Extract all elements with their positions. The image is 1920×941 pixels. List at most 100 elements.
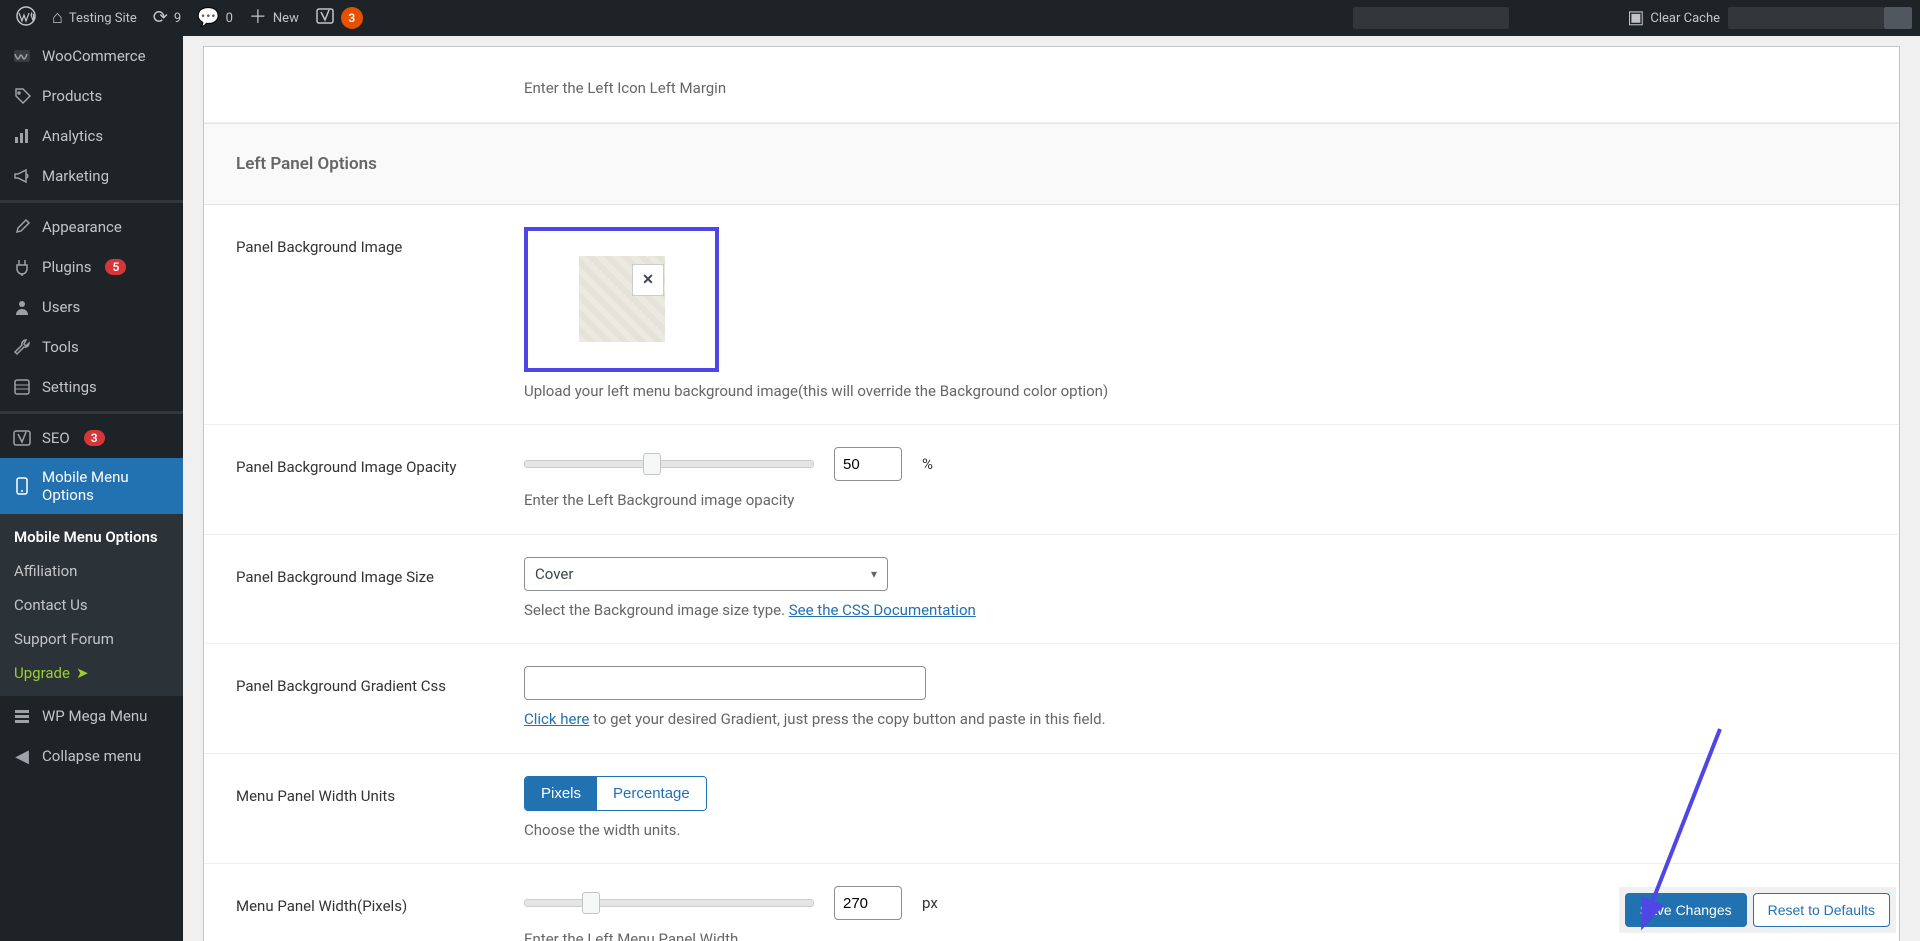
sidebar-item-marketing[interactable]: Marketing [0,156,183,196]
width-input[interactable] [834,886,902,920]
submenu-item-support-forum[interactable]: Support Forum [0,622,183,656]
comment-icon: 💬 [197,9,219,27]
hidden-account[interactable] [1728,7,1884,29]
opacity-slider[interactable] [524,460,814,468]
wp-logo[interactable] [8,0,44,36]
sidebar-item-woocommerce[interactable]: WooCommerce [0,36,183,76]
wrench-icon [12,337,32,357]
sidebar-item-label: Appearance [42,218,122,236]
gradient-link[interactable]: Click here [524,710,589,728]
clear-cache-link[interactable]: ▣ Clear Cache [1619,0,1728,36]
reset-button[interactable]: Reset to Defaults [1753,893,1890,927]
width-unit-percentage[interactable]: Percentage [597,777,706,810]
cache-icon: ▣ [1627,9,1644,27]
bg-size-selected: Cover [535,565,573,583]
site-link[interactable]: ⌂Testing Site [44,0,145,36]
panel-section-header: Left Panel Options [204,123,1899,205]
sidebar-item-appearance[interactable]: Appearance [0,200,183,247]
submenu-item-mobile-menu-options[interactable]: Mobile Menu Options [0,520,183,554]
updates-link[interactable]: ⟳9 [145,0,189,36]
close-icon: ✕ [642,272,654,288]
gradient-input[interactable] [524,666,926,700]
plus-icon: ＋ [249,9,267,27]
updates-count: 9 [174,11,181,26]
opacity-slider-thumb[interactable] [643,453,661,475]
sidebar-item-label: SEO [42,429,70,447]
opacity-unit: % [922,455,933,473]
opacity-desc: Enter the Left Background image opacity [524,489,1879,512]
submenu-item-upgrade[interactable]: Upgrade➤ [0,656,183,690]
sidebar-item-label: Settings [42,378,97,396]
bg-image-desc: Upload your left menu background image(t… [524,380,1879,403]
megaphone-icon [12,166,32,186]
sidebar-item-label: WooCommerce [42,47,146,65]
avatar-icon[interactable] [1884,7,1912,29]
field-label-opacity: Panel Background Image Opacity [204,425,524,534]
sidebar-item-settings[interactable]: Settings [0,367,183,407]
field-label-width-px: Menu Panel Width(Pixels) [204,864,524,941]
section-title: Left Panel Options [236,154,1867,174]
field-label-width-units: Menu Panel Width Units [204,754,524,864]
comments-link[interactable]: 💬0 [189,0,241,36]
hidden-search[interactable] [1353,7,1509,29]
width-units-group: Pixels Percentage [524,776,707,811]
sidebar-item-wp-mega-menu[interactable]: WP Mega Menu [0,696,183,736]
sidebar-item-products[interactable]: Products [0,76,183,116]
field-label-bg-image: Panel Background Image [204,205,524,425]
woo-icon [12,46,32,66]
save-button[interactable]: Save Changes [1625,893,1747,927]
remove-image-button[interactable]: ✕ [632,264,664,296]
collapse-label: Collapse menu [42,747,141,765]
submenu-item-contact-us[interactable]: Contact Us [0,588,183,622]
sidebar-item-mobile-menu-options[interactable]: Mobile Menu Options [0,458,183,514]
seo-icon [12,428,32,448]
opacity-input[interactable] [834,447,902,481]
new-link[interactable]: ＋ New [241,0,307,36]
user-icon [12,297,32,317]
upgrade-arrow-icon: ➤ [76,664,89,682]
sidebar-item-label: Products [42,87,102,105]
sidebar-count-badge: 5 [105,259,126,275]
plugin-icon [12,257,32,277]
field-label-bg-size: Panel Background Image Size [204,535,524,644]
prev-field-desc: Enter the Left Icon Left Margin [524,77,1879,100]
chart-icon [12,126,32,146]
sidebar-item-plugins[interactable]: Plugins5 [0,247,183,287]
sidebar-item-seo[interactable]: SEO 3 [0,411,183,458]
refresh-icon: ⟳ [153,9,168,27]
sidebar-item-label: Analytics [42,127,103,145]
megamenu-icon [12,706,32,726]
bg-size-select[interactable]: Cover [524,557,888,591]
submenu-item-affiliation[interactable]: Affiliation [0,554,183,588]
collapse-icon: ◀ [12,746,32,766]
yoast-icon [315,6,335,30]
bg-size-desc: Select the Background image size type. S… [524,599,1879,622]
bg-image-uploader[interactable]: ✕ [524,227,719,372]
sidebar-item-tools[interactable]: Tools [0,327,183,367]
clear-cache-label: Clear Cache [1650,11,1720,26]
width-slider[interactable] [524,899,814,907]
yoast-badge: 3 [341,7,363,29]
width-unit: px [922,894,938,912]
collapse-menu-button[interactable]: ◀ Collapse menu [0,736,183,776]
sidebar-item-label: WP Mega Menu [42,707,147,725]
sidebar-item-users[interactable]: Users [0,287,183,327]
comments-count: 0 [226,11,233,26]
width-slider-thumb[interactable] [582,892,600,914]
css-docs-link[interactable]: See the CSS Documentation [789,601,976,619]
brush-icon [12,217,32,237]
sidebar-item-label: Users [42,298,80,316]
sliders-icon [12,377,32,397]
sidebar-count-badge: 3 [84,430,105,446]
sidebar-item-label: Marketing [42,167,109,185]
new-label: New [273,11,299,26]
sidebar-item-analytics[interactable]: Analytics [0,116,183,156]
yoast-link[interactable]: 3 [307,0,371,36]
field-label-gradient: Panel Background Gradient Css [204,644,524,753]
mobile-icon [12,476,32,496]
home-icon: ⌂ [52,9,63,27]
width-unit-pixels[interactable]: Pixels [525,777,597,810]
width-units-desc: Choose the width units. [524,819,1879,842]
gradient-desc: Click here to get your desired Gradient,… [524,708,1879,731]
sidebar-item-label: Tools [42,338,79,356]
